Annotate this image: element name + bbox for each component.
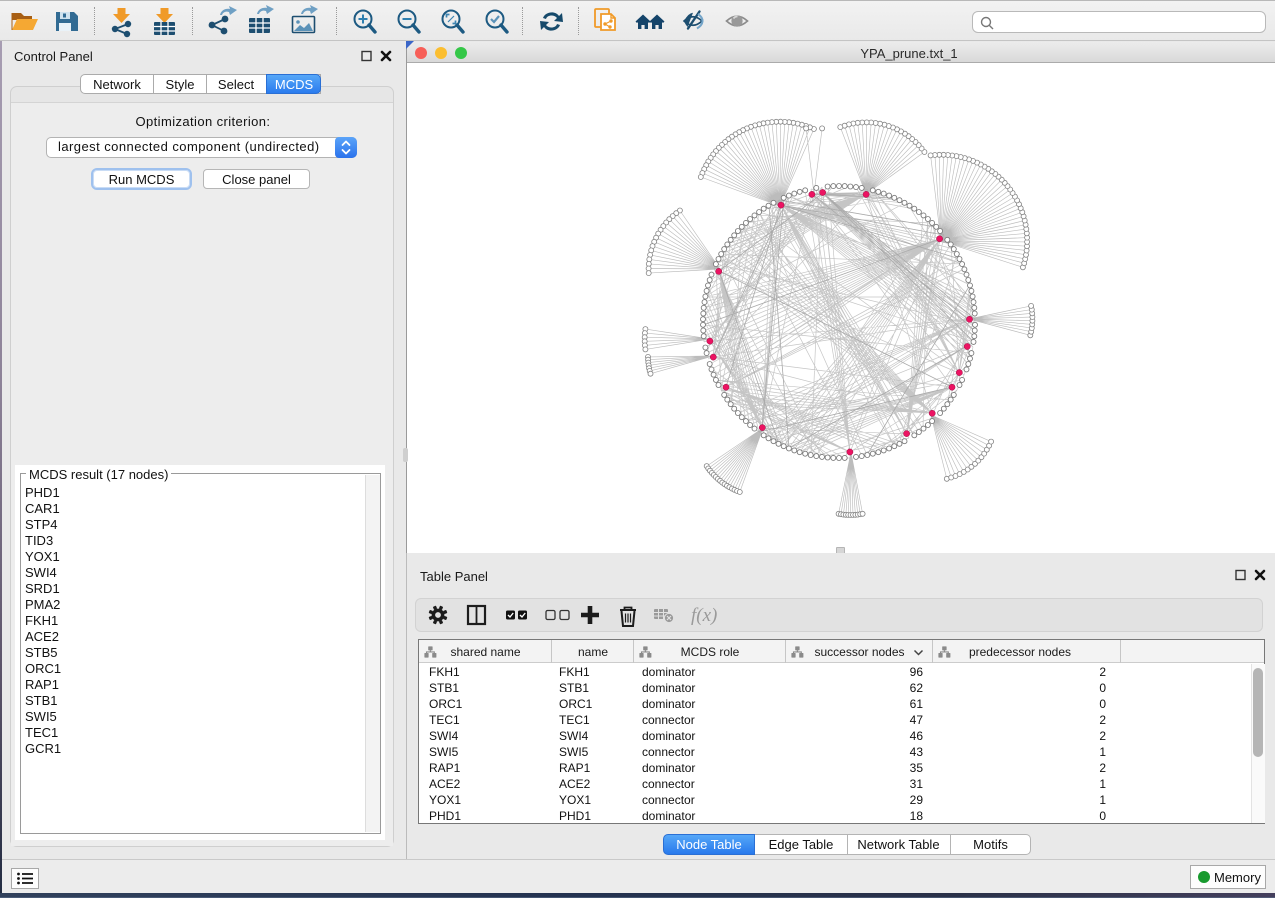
svg-text:f(x): f(x): [691, 605, 717, 626]
